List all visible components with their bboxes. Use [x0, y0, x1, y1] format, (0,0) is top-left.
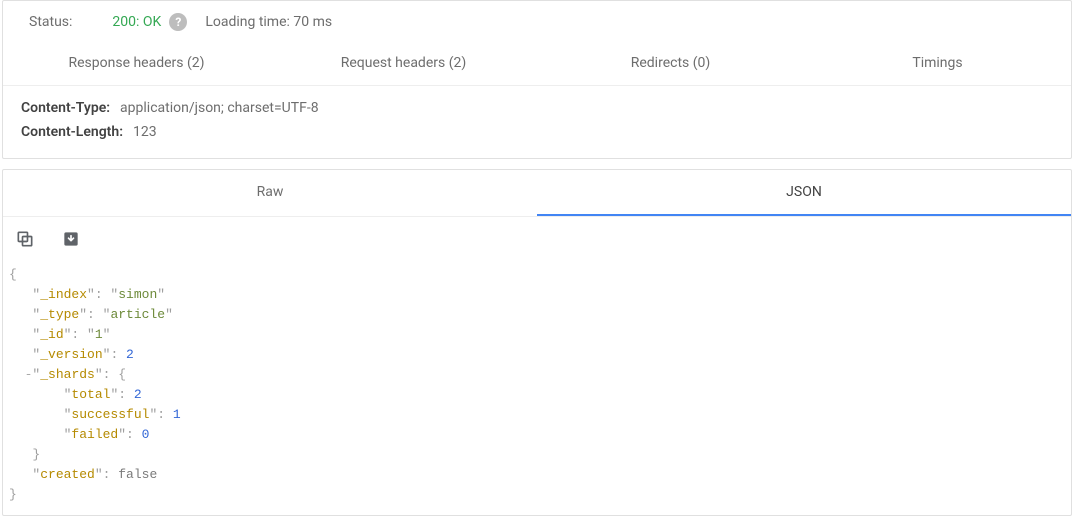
json-value: 2 — [134, 387, 142, 402]
brace: } — [9, 487, 17, 502]
json-value: 1 — [95, 327, 103, 342]
body-panel: Raw JSON { "_index": "simon" "_type": "a… — [2, 169, 1072, 516]
json-key: _shards — [40, 367, 95, 382]
json-value: 2 — [126, 347, 134, 362]
tab-json[interactable]: JSON — [537, 170, 1071, 216]
headers-list: Content-Type: application/json; charset=… — [3, 86, 1071, 158]
json-key: _version — [40, 347, 102, 362]
loading-time: Loading time: 70 ms — [205, 14, 332, 30]
tab-request-headers[interactable]: Request headers (2) — [270, 41, 537, 85]
json-toolbar — [3, 217, 1071, 259]
header-key: Content-Length: — [21, 120, 123, 144]
response-panel: Status: 200: OK ? Loading time: 70 ms Re… — [2, 0, 1072, 159]
header-key: Content-Type: — [21, 96, 110, 120]
tab-timings[interactable]: Timings — [804, 41, 1071, 85]
header-tabs: Response headers (2) Request headers (2)… — [3, 41, 1071, 86]
status-code: 200: OK — [112, 14, 161, 30]
json-value: 0 — [142, 427, 150, 442]
json-output: { "_index": "simon" "_type": "article" "… — [3, 259, 1071, 515]
tab-response-headers[interactable]: Response headers (2) — [3, 41, 270, 85]
status-label: Status: — [29, 14, 72, 30]
json-key: _type — [40, 307, 79, 322]
json-value: false — [118, 467, 157, 482]
json-key: failed — [71, 427, 118, 442]
tab-raw[interactable]: Raw — [3, 170, 537, 216]
json-value: simon — [118, 287, 157, 302]
json-key: successful — [71, 407, 149, 422]
json-key: total — [71, 387, 110, 402]
status-row: Status: 200: OK ? Loading time: 70 ms — [3, 1, 1071, 41]
header-row: Content-Length: 123 — [21, 120, 1053, 144]
json-key: _id — [40, 327, 63, 342]
json-value: article — [110, 307, 165, 322]
header-row: Content-Type: application/json; charset=… — [21, 96, 1053, 120]
json-value: 1 — [173, 407, 181, 422]
tab-redirects[interactable]: Redirects (0) — [537, 41, 804, 85]
help-icon[interactable]: ? — [169, 13, 187, 31]
copy-icon[interactable] — [13, 227, 37, 251]
brace: { — [9, 267, 17, 282]
json-key: _index — [40, 287, 87, 302]
header-value: 123 — [133, 120, 157, 144]
header-value: application/json; charset=UTF-8 — [120, 96, 319, 120]
json-key: created — [40, 467, 95, 482]
download-icon[interactable] — [59, 227, 83, 251]
body-tabs: Raw JSON — [3, 170, 1071, 217]
